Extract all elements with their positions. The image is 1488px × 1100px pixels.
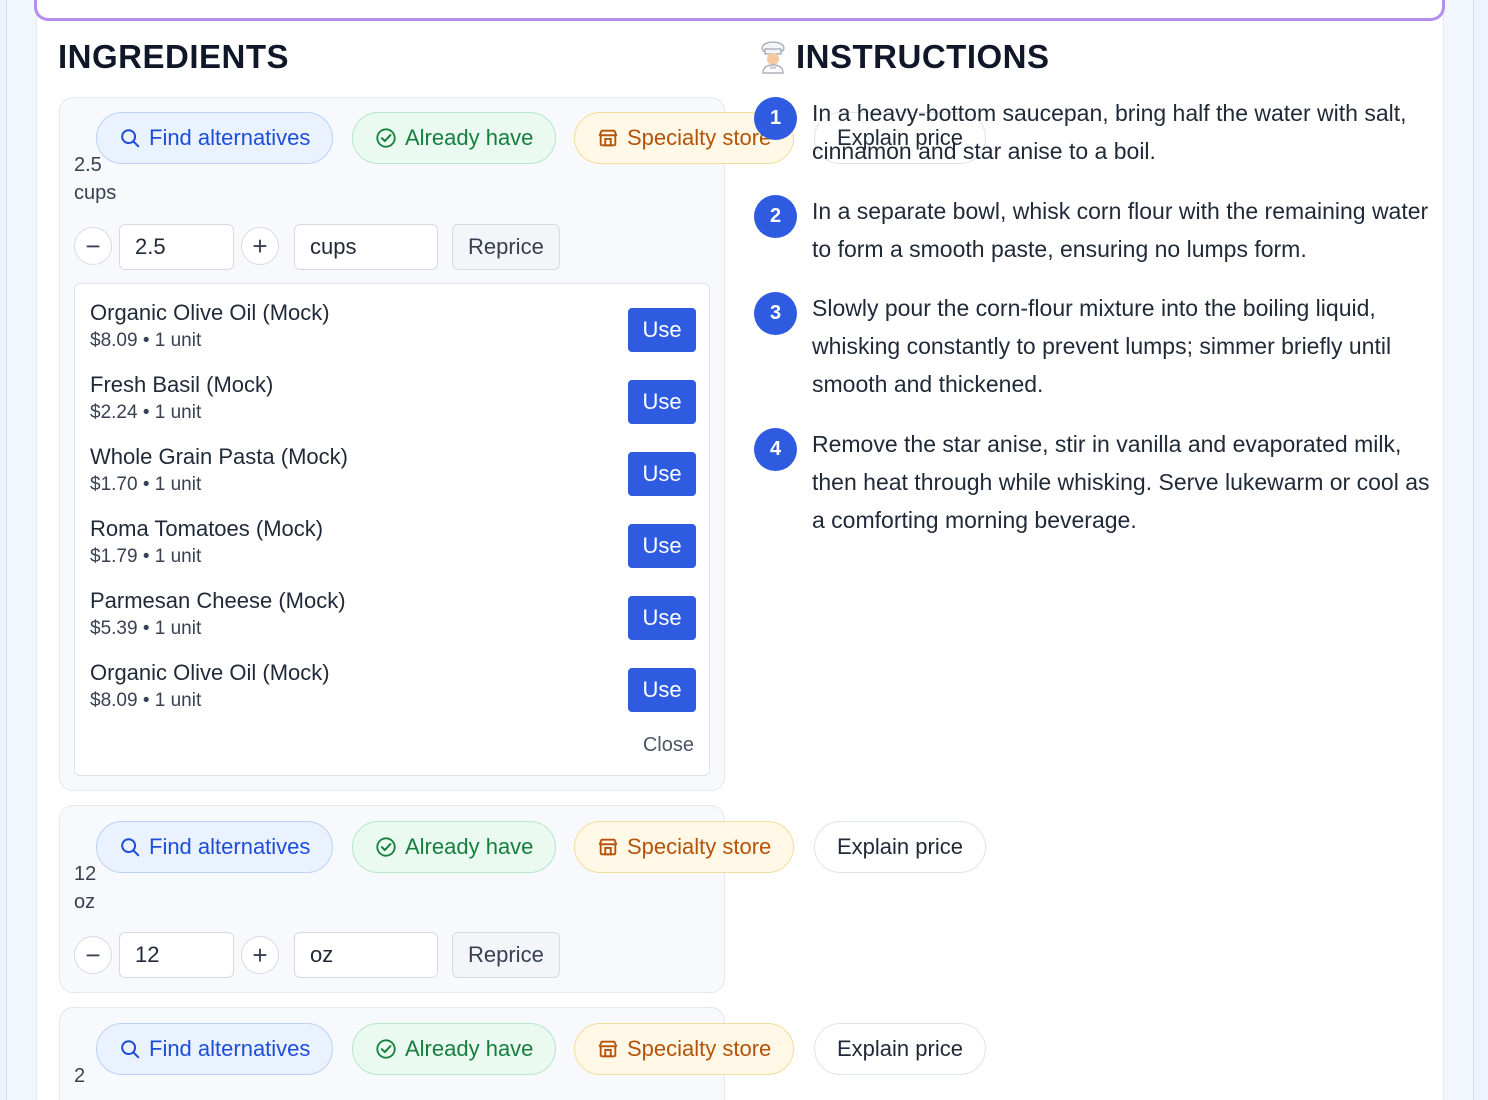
chef-icon <box>756 40 790 74</box>
quantity-unit: oz <box>74 891 96 913</box>
specialty-store-button[interactable]: Specialty store <box>574 821 795 873</box>
use-button[interactable]: Use <box>628 596 696 640</box>
close-alternatives-button[interactable]: Close <box>643 734 694 757</box>
alternative-price: $8.09 • 1 unit <box>90 690 202 711</box>
find-alternatives-button[interactable]: Find alternatives <box>96 112 334 164</box>
decrement-button[interactable]: − <box>74 936 112 974</box>
alternative-item: Roma Tomatoes (Mock) $1.79 • 1 unit Use <box>90 516 696 576</box>
step-text: In a heavy-bottom saucepan, bring half t… <box>812 100 1407 164</box>
step-number: 3 <box>754 292 797 335</box>
unit-input[interactable]: cups <box>294 224 438 270</box>
step-number: 4 <box>754 428 797 471</box>
find-alternatives-button[interactable]: Find alternatives <box>96 821 334 873</box>
alternative-price: $2.24 • 1 unit <box>90 402 202 423</box>
chip-label: Specialty store <box>627 1036 772 1061</box>
already-have-button[interactable]: Already have <box>352 1023 557 1075</box>
alternative-name: Parmesan Cheese (Mock) <box>90 588 346 613</box>
use-button[interactable]: Use <box>628 668 696 712</box>
ingredients-title: INGREDIENTS <box>58 38 290 75</box>
chip-label: Specialty store <box>627 125 772 150</box>
search-icon <box>121 1040 140 1059</box>
already-have-button[interactable]: Already have <box>352 112 557 164</box>
increment-button[interactable]: + <box>241 227 279 265</box>
explain-price-button[interactable]: Explain price <box>814 1023 986 1075</box>
specialty-store-button[interactable]: Specialty store <box>574 1023 795 1075</box>
alternative-name: Roma Tomatoes (Mock) <box>90 516 324 541</box>
alternative-item: Organic Olive Oil (Mock) $8.09 • 1 unit … <box>90 300 696 360</box>
alternative-price: $8.09 • 1 unit <box>90 330 202 351</box>
use-button[interactable]: Use <box>628 380 696 424</box>
chip-label: Already have <box>405 125 534 150</box>
chip-label: Find alternatives <box>149 125 311 150</box>
search-icon <box>121 838 140 857</box>
step-text: Slowly pour the corn-flour mixture into … <box>812 295 1392 397</box>
alternative-item: Parmesan Cheese (Mock) $5.39 • 1 unit Us… <box>90 588 696 648</box>
alternative-price: $5.39 • 1 unit <box>90 618 202 639</box>
alternative-price: $1.79 • 1 unit <box>90 546 202 567</box>
step-number: 2 <box>754 195 797 238</box>
alternative-name: Fresh Basil (Mock) <box>90 372 274 397</box>
alternative-item: Whole Grain Pasta (Mock) $1.70 • 1 unit … <box>90 444 696 504</box>
find-alternatives-button[interactable]: Find alternatives <box>96 1023 334 1075</box>
chip-label: Find alternatives <box>149 834 311 859</box>
store-icon <box>598 838 618 856</box>
alternative-price: $1.70 • 1 unit <box>90 474 202 495</box>
chip-label: Explain price <box>837 834 963 859</box>
step-number: 1 <box>754 97 797 140</box>
decrement-button[interactable]: − <box>74 227 112 265</box>
quantity-value: 2 <box>74 1065 86 1087</box>
reprice-button[interactable]: Reprice <box>452 224 560 270</box>
amount-input[interactable]: 2.5 <box>119 224 234 270</box>
unit-input[interactable]: oz <box>294 932 438 978</box>
alternative-name: Organic Olive Oil (Mock) <box>90 300 330 325</box>
chip-label: Find alternatives <box>149 1036 311 1061</box>
chip-label: Already have <box>405 1036 534 1061</box>
store-icon <box>598 129 618 147</box>
instructions-title: INSTRUCTIONS <box>756 38 1050 76</box>
chip-label: Already have <box>405 834 534 859</box>
instructions-title-text: INSTRUCTIONS <box>796 38 1050 75</box>
alternative-name: Whole Grain Pasta (Mock) <box>90 444 348 469</box>
check-circle-icon <box>376 837 396 857</box>
explain-price-button[interactable]: Explain price <box>814 821 986 873</box>
top-panel <box>34 0 1445 21</box>
ingredient-quantity: 2 <box>74 1062 85 1090</box>
already-have-button[interactable]: Already have <box>352 821 557 873</box>
check-circle-icon <box>376 1039 396 1059</box>
alternative-item: Organic Olive Oil (Mock) $8.09 • 1 unit … <box>90 660 696 720</box>
chip-label: Specialty store <box>627 834 772 859</box>
alternative-item: Fresh Basil (Mock) $2.24 • 1 unit Use <box>90 372 696 432</box>
step-text: Remove the star anise, stir in vanilla a… <box>812 431 1430 533</box>
check-circle-icon <box>376 128 396 148</box>
reprice-button[interactable]: Reprice <box>452 932 560 978</box>
use-button[interactable]: Use <box>628 524 696 568</box>
use-button[interactable]: Use <box>628 452 696 496</box>
alternatives-panel: Organic Olive Oil (Mock) $8.09 • 1 unit … <box>74 283 710 776</box>
chip-label: Explain price <box>837 1036 963 1061</box>
ingredient-quantity: 12 oz <box>74 860 96 916</box>
alternative-name: Organic Olive Oil (Mock) <box>90 660 330 685</box>
amount-input[interactable]: 12 <box>119 932 234 978</box>
quantity-unit: cups <box>74 182 117 204</box>
store-icon <box>598 1040 618 1058</box>
step-text: In a separate bowl, whisk corn flour wit… <box>812 198 1429 262</box>
quantity-value: 12 <box>74 863 97 885</box>
search-icon <box>121 129 140 148</box>
use-button[interactable]: Use <box>628 308 696 352</box>
increment-button[interactable]: + <box>241 936 279 974</box>
